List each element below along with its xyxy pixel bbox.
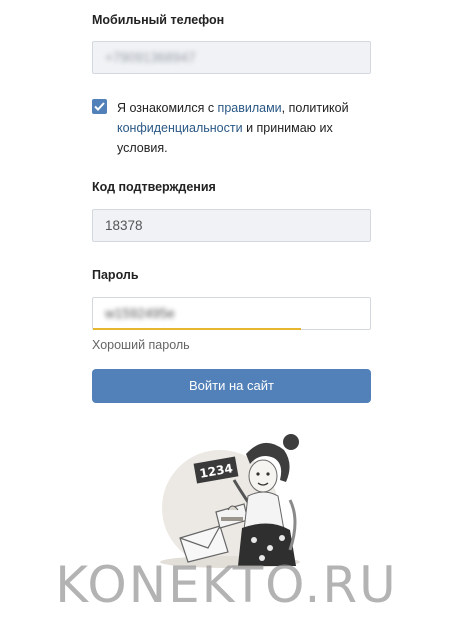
code-field[interactable] bbox=[92, 209, 371, 242]
password-field[interactable]: w1592495e bbox=[92, 297, 371, 330]
phone-value: +79091368947 bbox=[105, 50, 196, 65]
password-strength-text: Хороший пароль bbox=[92, 338, 190, 352]
password-label: Пароль bbox=[92, 268, 139, 282]
password-strength-bar bbox=[93, 328, 301, 330]
code-label: Код подтверждения bbox=[92, 180, 216, 194]
watermark-text: KONEKTO.RU bbox=[55, 556, 398, 614]
agreement-text: Я ознакомился с правилами, политикой кон… bbox=[117, 98, 377, 158]
agreement-text-part: Я ознакомился с bbox=[117, 101, 218, 115]
rules-link[interactable]: правилами bbox=[218, 101, 282, 115]
checkmark-icon bbox=[94, 102, 105, 111]
privacy-link[interactable]: конфиденциальности bbox=[117, 121, 243, 135]
agreement-checkbox[interactable] bbox=[92, 99, 107, 114]
phone-label: Мобильный телефон bbox=[92, 13, 225, 27]
mascot-illustration: 1234 bbox=[160, 434, 300, 568]
phone-field[interactable]: +79091368947 bbox=[92, 41, 371, 74]
password-value: w1592495e bbox=[105, 306, 175, 321]
agreement-text-part: , политикой bbox=[281, 101, 349, 115]
login-button[interactable]: Войти на сайт bbox=[92, 369, 371, 403]
